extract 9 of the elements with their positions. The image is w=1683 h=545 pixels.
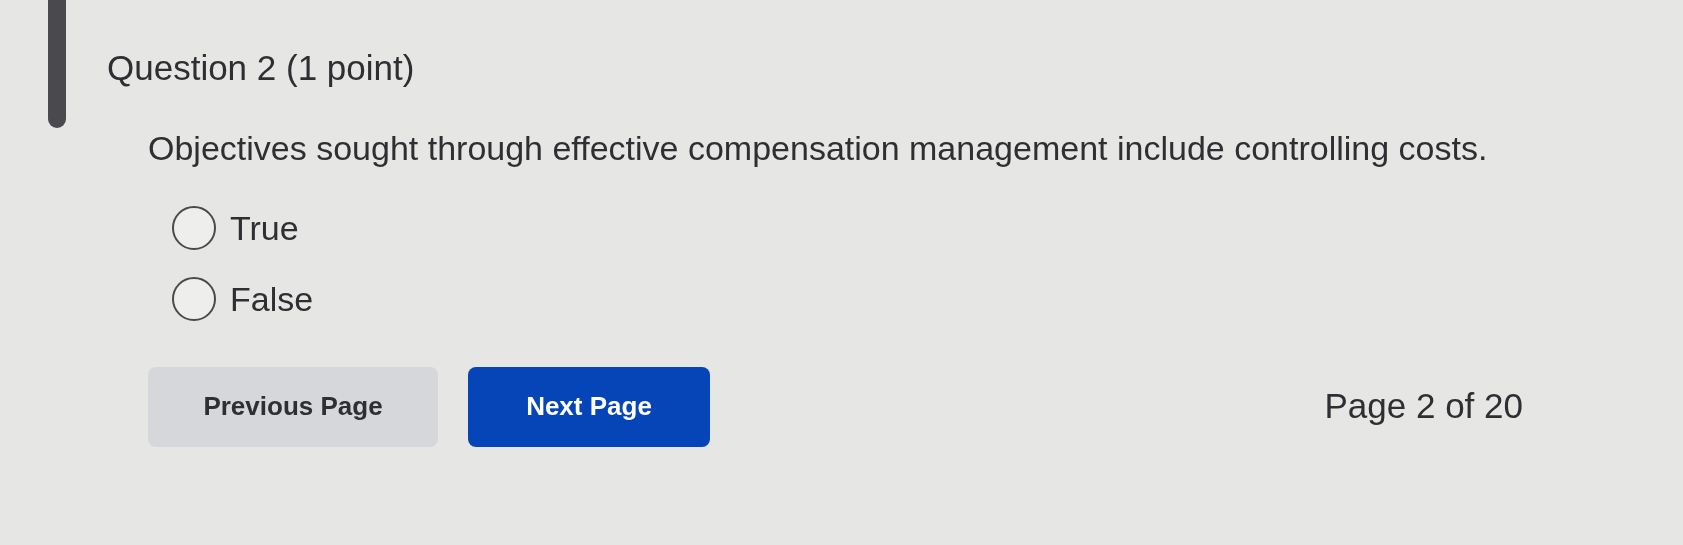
- radio-button[interactable]: [172, 277, 216, 321]
- option-label: False: [230, 278, 314, 320]
- next-page-button[interactable]: Next Page: [468, 366, 710, 447]
- option-label: True: [230, 207, 299, 249]
- question-title: Question 2 (1 point): [107, 47, 416, 89]
- radio-button[interactable]: [172, 206, 216, 250]
- previous-page-button[interactable]: Previous Page: [148, 366, 438, 447]
- page-indicator: Page 2 of 20: [1324, 385, 1523, 428]
- question-text: Objectives sought through effective compensation management include controlling costs.: [148, 127, 1489, 169]
